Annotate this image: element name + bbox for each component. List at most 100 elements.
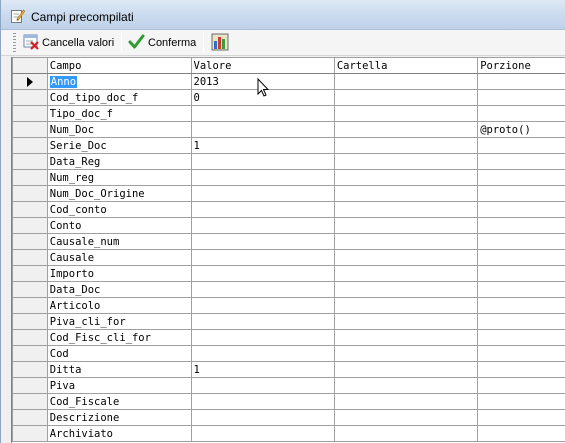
row-header[interactable] <box>12 105 48 122</box>
cell-cartella[interactable] <box>333 329 479 346</box>
cell-porzione[interactable] <box>477 153 565 170</box>
cell-campo[interactable]: Causale <box>46 249 192 266</box>
cell-campo[interactable]: Causale_num <box>46 233 192 250</box>
table-row[interactable]: Cod_Fiscale <box>12 393 565 410</box>
table-row[interactable]: Causale <box>12 249 565 266</box>
row-header[interactable] <box>12 217 48 234</box>
table-row[interactable]: Data_Doc <box>12 281 565 298</box>
row-header[interactable] <box>12 201 48 218</box>
table-row[interactable]: Data_Reg <box>12 153 565 170</box>
row-header[interactable] <box>12 89 48 106</box>
cell-cartella[interactable] <box>333 393 479 410</box>
row-header[interactable] <box>12 425 48 442</box>
cell-cartella[interactable] <box>333 297 479 314</box>
cell-campo[interactable]: Num_Doc_Origine <box>46 185 192 202</box>
table-row[interactable]: Num_Doc @proto() <box>12 121 565 138</box>
table-row[interactable]: Descrizione <box>12 409 565 426</box>
cell-porzione[interactable] <box>477 297 565 314</box>
cell-cartella[interactable] <box>333 313 479 330</box>
row-header[interactable] <box>12 345 48 362</box>
table-row[interactable]: Causale_num <box>12 233 565 250</box>
table-row[interactable]: Tipo_doc_f <box>12 105 565 122</box>
cell-campo[interactable]: Cod_Fiscale <box>46 393 192 410</box>
row-header[interactable] <box>12 153 48 170</box>
row-header[interactable] <box>12 329 48 346</box>
cell-valore[interactable] <box>190 169 335 186</box>
cell-valore[interactable] <box>190 249 335 266</box>
table-row[interactable]: Cod_Fisc_cli_for <box>12 329 565 346</box>
cell-cartella[interactable] <box>333 425 479 442</box>
table-row[interactable]: Importo <box>12 265 565 282</box>
fields-grid[interactable]: Campo Valore Cartella Porzione Anno 2013 C… <box>11 57 565 443</box>
cell-porzione[interactable] <box>477 377 565 394</box>
table-row[interactable]: Conto <box>12 217 565 234</box>
cell-campo[interactable]: Importo <box>46 265 192 282</box>
cell-valore[interactable] <box>190 377 335 394</box>
cell-campo[interactable]: Archiviato <box>46 425 192 442</box>
row-header[interactable] <box>12 377 48 394</box>
table-row[interactable]: Piva_cli_for <box>12 313 565 330</box>
cell-valore[interactable] <box>190 201 335 218</box>
cell-cartella[interactable] <box>333 377 479 394</box>
cell-porzione[interactable] <box>477 217 565 234</box>
cell-valore[interactable] <box>190 345 335 362</box>
table-row[interactable]: Cod <box>12 345 565 362</box>
cell-valore[interactable] <box>190 105 335 122</box>
cell-cartella[interactable] <box>333 233 479 250</box>
cell-valore[interactable] <box>190 329 335 346</box>
row-header[interactable] <box>12 169 48 186</box>
column-header-cartella[interactable]: Cartella <box>333 57 479 74</box>
cell-porzione[interactable] <box>477 345 565 362</box>
cell-valore[interactable]: 1 <box>190 137 335 154</box>
cell-porzione[interactable] <box>477 137 565 154</box>
row-header[interactable] <box>12 393 48 410</box>
cell-cartella[interactable] <box>333 137 479 154</box>
cell-cartella[interactable] <box>333 409 479 426</box>
cell-valore[interactable]: 1 <box>190 361 335 378</box>
cell-cartella[interactable] <box>333 73 479 90</box>
cell-cartella[interactable] <box>333 153 479 170</box>
row-header[interactable] <box>12 137 48 154</box>
cell-campo[interactable]: Data_Reg <box>46 153 192 170</box>
cell-cartella[interactable] <box>333 169 479 186</box>
table-row[interactable]: Archiviato <box>12 425 565 442</box>
cancel-values-button[interactable]: Cancella valori <box>23 32 114 54</box>
cell-cartella[interactable] <box>333 249 479 266</box>
row-header[interactable] <box>12 233 48 250</box>
table-row[interactable]: Anno 2013 <box>12 73 565 90</box>
row-header[interactable] <box>12 281 48 298</box>
cell-valore[interactable] <box>190 265 335 282</box>
cell-campo[interactable]: Cod_Fisc_cli_for <box>46 329 192 346</box>
cell-porzione[interactable] <box>477 425 565 442</box>
cell-valore[interactable] <box>190 393 335 410</box>
cell-campo[interactable]: Data_Doc <box>46 281 192 298</box>
row-header[interactable] <box>12 185 48 202</box>
table-row[interactable]: Piva <box>12 377 565 394</box>
row-header[interactable] <box>12 313 48 330</box>
cell-porzione[interactable] <box>477 313 565 330</box>
table-row[interactable]: Cod_tipo_doc_f 0 <box>12 89 565 106</box>
cell-porzione[interactable] <box>477 361 565 378</box>
cell-campo[interactable]: Anno <box>46 73 192 90</box>
cell-campo[interactable]: Num_Doc <box>46 121 192 138</box>
column-header-campo[interactable]: Campo <box>46 57 192 74</box>
table-row[interactable]: Serie_Doc 1 <box>12 137 565 154</box>
cell-valore[interactable] <box>190 297 335 314</box>
cell-campo[interactable]: Piva_cli_for <box>46 313 192 330</box>
cell-valore[interactable] <box>190 281 335 298</box>
cell-valore[interactable] <box>190 153 335 170</box>
cell-cartella[interactable] <box>333 265 479 282</box>
cell-valore[interactable] <box>190 313 335 330</box>
cell-cartella[interactable] <box>333 281 479 298</box>
row-header[interactable] <box>12 121 48 138</box>
cell-cartella[interactable] <box>333 217 479 234</box>
table-row[interactable]: Num_Doc_Origine <box>12 185 565 202</box>
cell-valore[interactable] <box>190 217 335 234</box>
confirm-button[interactable]: Conferma <box>128 32 196 54</box>
cell-cartella[interactable] <box>333 201 479 218</box>
row-header[interactable] <box>12 297 48 314</box>
cell-campo[interactable]: Piva <box>46 377 192 394</box>
cell-cartella[interactable] <box>333 105 479 122</box>
row-header[interactable] <box>12 249 48 266</box>
cell-campo[interactable]: Ditta <box>46 361 192 378</box>
